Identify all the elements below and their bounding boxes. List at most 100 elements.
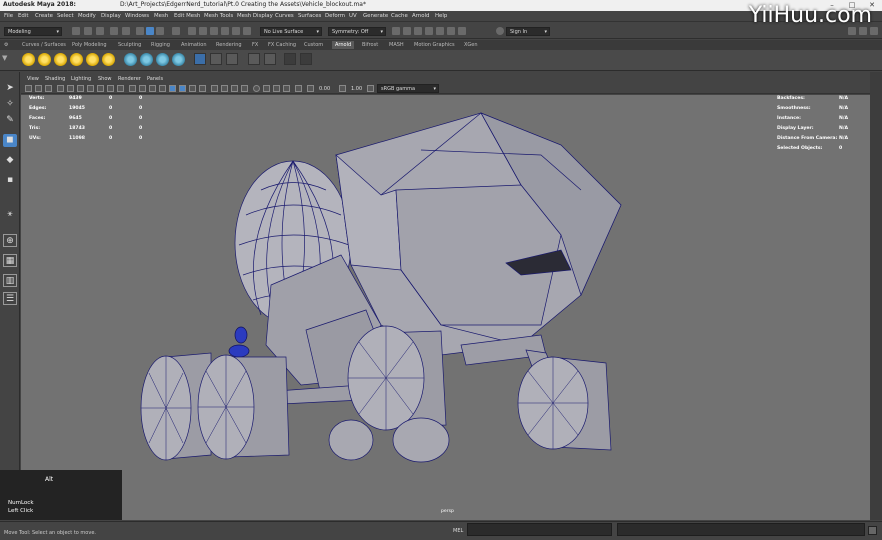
toggle-ipr-icon[interactable] [248,53,260,65]
ipr-render-icon[interactable] [403,27,411,35]
four-view-icon[interactable]: ▦ [3,254,17,267]
skydome-light-icon[interactable] [70,53,83,66]
safe-action-icon[interactable] [107,85,114,92]
physical-sky-icon[interactable] [102,53,115,66]
tab-poly-modeling[interactable]: Poly Modeling [72,42,107,48]
exposure-value[interactable]: 0.00 [319,86,330,92]
viewport-persp[interactable]: Verts: 9439 0 0 Edges: 19045 0 0 Faces: … [21,95,870,520]
single-view-icon[interactable]: ⊕ [3,234,17,247]
smooth-shade-icon[interactable] [139,85,146,92]
menu-uv[interactable]: UV [349,13,357,19]
wireframe-icon[interactable] [129,85,136,92]
mesh-light-icon[interactable] [38,53,51,66]
scale-tool-icon[interactable]: ▪ [3,174,17,187]
right-panel-strip[interactable] [870,72,882,520]
xray-icon[interactable] [221,85,228,92]
color-management-icon[interactable] [367,85,374,92]
shelf-menu-icon[interactable]: ▼ [2,54,8,67]
isolate-select-icon[interactable] [211,85,218,92]
screen-space-ao-icon[interactable] [253,85,260,92]
tab-fx-caching[interactable]: FX Caching [268,42,296,48]
light-editor-icon[interactable] [447,27,455,35]
tab-rigging[interactable]: Rigging [151,42,170,48]
magnet-icon[interactable] [172,27,180,35]
export-ass-icon[interactable] [226,53,238,65]
panel-menu-panels[interactable]: Panels [147,76,163,82]
select-component-icon[interactable] [156,27,164,35]
paint-select-icon[interactable]: ✎ [3,114,17,127]
field-chart-icon[interactable] [97,85,104,92]
flush-cache-icon[interactable] [210,53,222,65]
select-hierarchy-icon[interactable] [136,27,144,35]
arnold-render-icon[interactable] [458,27,466,35]
image-plane-icon[interactable] [45,85,52,92]
panel-menu-lighting[interactable]: Lighting [71,76,91,82]
tab-bifrost[interactable]: Bifrost [362,42,378,48]
vehicle-mesh[interactable] [21,95,870,520]
tab-rendering[interactable]: Rendering [216,42,242,48]
shelf-settings-icon[interactable]: ⚙ [4,42,8,48]
outliner-layout-icon[interactable]: ☰ [3,292,17,305]
gamma-value[interactable]: 1.00 [351,86,362,92]
depth-of-field-icon[interactable] [283,85,290,92]
menu-edit[interactable]: Edit [18,13,28,19]
menu-windows[interactable]: Windows [125,13,149,19]
open-scene-icon[interactable] [84,27,92,35]
tab-custom[interactable]: Custom [304,42,323,48]
snap-view-icon[interactable] [221,27,229,35]
modeling-toolkit-icon[interactable] [848,27,856,35]
gamma-icon[interactable] [307,85,314,92]
area-light-icon[interactable] [22,53,35,66]
menu-help[interactable]: Help [435,13,447,19]
menu-create[interactable]: Create [35,13,53,19]
snap-point-icon[interactable] [210,27,218,35]
grid-icon[interactable] [57,85,64,92]
menu-file[interactable]: File [4,13,13,19]
render-sequence-icon[interactable] [264,53,276,65]
anti-aliasing-icon[interactable] [273,85,280,92]
select-tool-icon[interactable]: ➤ [3,82,17,95]
standin-icon[interactable] [172,53,185,66]
menu-display[interactable]: Display [101,13,121,19]
tab-curves-surfaces[interactable]: Curves / Surfaces [22,42,66,48]
panel-menu-renderer[interactable]: Renderer [118,76,141,82]
menu-deform[interactable]: Deform [325,13,345,19]
tab-sculpting[interactable]: Sculpting [118,42,141,48]
tab-arnold[interactable]: Arnold [332,41,355,49]
persp-outliner-icon[interactable]: ▥ [3,274,17,287]
menu-edit-mesh[interactable]: Edit Mesh [174,13,200,19]
menu-mesh[interactable]: Mesh [154,13,168,19]
volume-icon[interactable] [140,53,153,66]
light-portal-icon[interactable] [86,53,99,66]
sign-in-dropdown[interactable]: Sign In [506,27,550,36]
snap-grid-icon[interactable] [188,27,196,35]
gate-mask-icon[interactable] [87,85,94,92]
flat-shade-icon[interactable] [149,85,156,92]
script-editor-icon[interactable] [868,526,877,535]
move-tool-icon[interactable]: ◼ [3,134,17,147]
tab-xgen[interactable]: XGen [464,42,478,48]
play-icon[interactable] [300,53,312,65]
shadows-icon[interactable] [199,85,206,92]
rotate-tool-icon[interactable]: ◆ [3,154,17,167]
symmetry-dropdown[interactable]: Symmetry: Off [328,27,386,36]
photometric-light-icon[interactable] [54,53,67,66]
mel-label[interactable]: MEL [453,528,463,534]
menu-cache[interactable]: Cache [391,13,408,19]
menu-modify[interactable]: Modify [78,13,96,19]
textured-icon[interactable] [179,85,186,92]
mode-dropdown[interactable]: Modeling [4,27,62,36]
tab-fx[interactable]: FX [252,42,258,48]
render-settings-icon[interactable] [414,27,422,35]
menu-arnold[interactable]: Arnold [412,13,429,19]
undo-icon[interactable] [110,27,118,35]
snap-vertex-icon[interactable] [243,27,251,35]
mel-command-input[interactable] [467,523,612,536]
save-scene-icon[interactable] [96,27,104,35]
menu-select[interactable]: Select [57,13,74,19]
render-view-icon[interactable] [436,27,444,35]
tab-mash[interactable]: MASH [389,42,404,48]
color-space-dropdown[interactable]: sRGB gamma [377,84,439,93]
snap-curve-icon[interactable] [199,27,207,35]
panel-menu-show[interactable]: Show [98,76,112,82]
